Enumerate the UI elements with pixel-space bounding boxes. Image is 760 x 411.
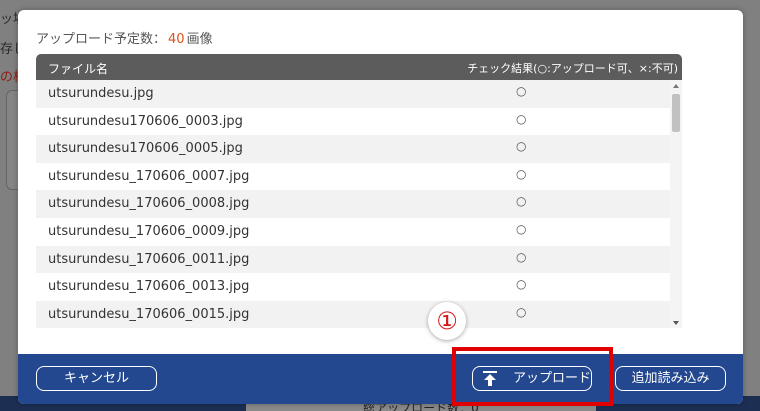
check-result: ○ [516, 249, 527, 264]
check-result: ○ [516, 166, 527, 181]
cancel-button[interactable]: キャンセル [36, 366, 157, 391]
table-header: ファイル名 チェック結果(○:アップロード可、×:不可) [36, 54, 682, 80]
dialog-footer: キャンセル アップロード 追加読み込み [18, 354, 743, 404]
table-row: utsurundesu_170606_0013.jpg ○ [36, 273, 670, 301]
table-scrollbar[interactable] [670, 80, 682, 328]
upload-count: 40 [168, 32, 185, 47]
file-name: utsurundesu.jpg [48, 86, 154, 101]
file-name: utsurundesu170606_0005.jpg [48, 141, 243, 157]
table-row: utsurundesu.jpg ○ [36, 80, 670, 108]
check-result: ○ [516, 277, 527, 292]
file-name: utsurundesu_170606_0007.jpg [48, 168, 250, 184]
file-check-table: ファイル名 チェック結果(○:アップロード可、×:不可) utsurundesu… [36, 54, 682, 328]
table-row: utsurundesu_170606_0015.jpg ○ [36, 300, 670, 328]
upload-button-highlight [452, 347, 613, 406]
table-row: utsurundesu_170606_0008.jpg ○ [36, 190, 670, 218]
table-row: utsurundesu_170606_0011.jpg ○ [36, 245, 670, 274]
check-result: ○ [516, 139, 527, 154]
table-row: utsurundesu_170606_0009.jpg ○ [36, 217, 670, 246]
table-body[interactable]: utsurundesu.jpg ○ utsurundesu170606_0003.… [36, 80, 682, 328]
check-result: ○ [516, 84, 527, 98]
column-header-filename: ファイル名 [48, 62, 109, 76]
scroll-thumb[interactable] [672, 94, 680, 132]
scroll-up-arrow-icon[interactable] [673, 84, 679, 88]
column-header-check-result: チェック結果(○:アップロード可、×:不可) [467, 62, 678, 75]
file-name: utsurundesu_170606_0011.jpg [48, 251, 250, 267]
file-name: utsurundesu_170606_0015.jpg [48, 306, 250, 322]
summary-label: アップロード予定数： [36, 32, 167, 47]
check-result: ○ [516, 304, 527, 319]
table-row: utsurundesu170606_0005.jpg ○ [36, 135, 670, 163]
table-row: utsurundesu_170606_0007.jpg ○ [36, 162, 670, 191]
check-result: ○ [516, 221, 527, 236]
file-name: utsurundesu_170606_0013.jpg [48, 279, 250, 295]
additional-load-button[interactable]: 追加読み込み [615, 366, 726, 391]
upload-summary: アップロード予定数： 40 画像 [36, 28, 213, 47]
upload-confirm-dialog: アップロード予定数： 40 画像 ファイル名 チェック結果(○:アップロード可、×:… [18, 10, 743, 404]
check-result: ○ [516, 194, 527, 209]
summary-unit: 画像 [186, 32, 213, 47]
table-row: utsurundesu170606_0003.jpg ○ [36, 107, 670, 136]
file-name: utsurundesu_170606_0008.jpg [48, 196, 250, 212]
check-result: ○ [516, 111, 527, 126]
scroll-down-arrow-icon[interactable] [673, 321, 679, 325]
step-number-marker: ① [428, 302, 466, 340]
file-name: utsurundesu_170606_0009.jpg [48, 223, 250, 239]
file-name: utsurundesu170606_0003.jpg [48, 113, 243, 129]
